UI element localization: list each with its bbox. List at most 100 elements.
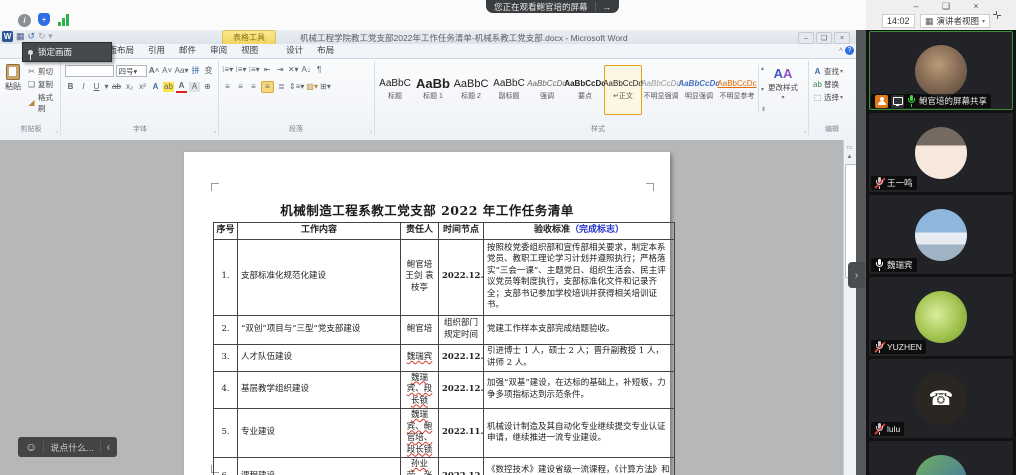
shrink-font-icon[interactable]: A˅ — [162, 66, 173, 76]
redo-icon[interactable]: ↻ ▾ — [38, 31, 53, 42]
save-icon[interactable]: ▦ — [16, 31, 25, 42]
asian-layout-icon[interactable]: ✕▾ — [288, 65, 299, 75]
document-page[interactable]: 机械制造工程系教工党支部 2022 年工作任务清单 序号 工作内容 责任人 时间… — [184, 152, 670, 475]
meeting-close-button[interactable]: × — [968, 1, 984, 11]
pinyin-guide-icon[interactable]: 拼 — [190, 66, 201, 76]
style-heading[interactable]: AaBbC标题 — [376, 65, 414, 115]
document-canvas[interactable]: 机械制造工程系教工党支部 2022 年工作任务清单 序号 工作内容 责任人 时间… — [0, 140, 843, 475]
collapse-chat-icon[interactable]: ‹ — [107, 442, 110, 453]
signal-bars-icon[interactable] — [58, 14, 69, 26]
bullets-icon[interactable]: ⁝≡▾ — [222, 65, 233, 75]
character-shading-icon[interactable]: A — [189, 82, 200, 92]
style-subtitle[interactable]: AaBbC副标题 — [490, 65, 528, 115]
decrease-indent-icon[interactable]: ⇤ — [262, 65, 273, 75]
participant-tile[interactable] — [869, 441, 1013, 475]
meeting-minimize-button[interactable]: – — [908, 1, 924, 11]
participant-tile[interactable]: 魏瑞宾 — [869, 195, 1013, 274]
style-intense-emphasis[interactable]: AaBbCcDc明显强调 — [680, 65, 718, 115]
word-logo-icon[interactable]: W — [2, 31, 13, 42]
undo-icon[interactable]: ↺ — [28, 31, 36, 42]
emoji-icon[interactable]: ☺ — [25, 440, 37, 454]
superscript-icon[interactable]: x² — [137, 82, 148, 92]
word-minimize-button[interactable]: – — [798, 32, 814, 44]
strikethrough-icon[interactable]: ab — [111, 82, 122, 92]
font-color-icon[interactable]: A — [176, 81, 187, 93]
distribute-icon[interactable]: ≣ — [276, 82, 287, 92]
borders-icon[interactable]: ⊞▾ — [320, 82, 331, 92]
clipboard-dialog-launcher[interactable]: ⌟ — [55, 127, 58, 134]
show-marks-icon[interactable]: ¶ — [314, 65, 325, 75]
multilevel-list-icon[interactable]: ⁝≡▾ — [248, 65, 259, 75]
participant-tile[interactable]: 王一鸣 — [869, 113, 1013, 192]
view-mode-button[interactable]: ▦ 演讲者视图 ▾ — [920, 14, 990, 28]
chat-bar[interactable]: ☺ 说点什么... ‹ — [18, 437, 117, 457]
increase-indent-icon[interactable]: ⇥ — [275, 65, 286, 75]
tab-review[interactable]: 审阅 — [203, 42, 234, 58]
bold-icon[interactable]: B — [65, 82, 76, 92]
numbering-icon[interactable]: ⁝≡▾ — [235, 65, 246, 75]
ruler-toggle-icon[interactable]: ▭ — [844, 142, 855, 152]
font-dialog-launcher[interactable]: ⌟ — [213, 127, 216, 134]
style-subtle-emphasis[interactable]: AaBbCcDd不明显强调 — [642, 65, 680, 115]
style-normal-selected[interactable]: AaBbCcDd↵正文 — [604, 65, 642, 115]
shield-icon[interactable]: + — [38, 13, 50, 26]
subscript-icon[interactable]: x₂ — [124, 82, 135, 92]
paragraph-dialog-launcher[interactable]: ⌟ — [369, 127, 372, 134]
align-center-icon[interactable]: ≡ — [235, 82, 246, 92]
meeting-restore-button[interactable]: ❏ — [938, 1, 954, 12]
style-heading1[interactable]: AaBb标题 1 — [414, 65, 452, 115]
justify-icon[interactable]: ≡ — [261, 81, 274, 93]
line-spacing-icon[interactable]: ⇕≡▾ — [289, 82, 304, 92]
collapse-arrow-icon[interactable]: → — [603, 2, 612, 12]
replace-button[interactable]: ab替换 — [812, 79, 852, 90]
clipboard-icon — [6, 64, 20, 80]
format-painter-button[interactable]: ◢格式刷 — [26, 92, 56, 114]
character-border-icon[interactable]: 变 — [203, 66, 214, 76]
change-case-icon[interactable]: Aa▾ — [175, 66, 188, 76]
ribbon-collapse-icon[interactable]: ˄ — [839, 47, 843, 54]
style-emphasis[interactable]: AaBbCcDd强调 — [528, 65, 566, 115]
select-button[interactable]: ⬚选择▾ — [812, 92, 852, 103]
tab-table-design[interactable]: 设计 — [279, 42, 310, 58]
align-right-icon[interactable]: ≡ — [248, 82, 259, 92]
participant-tile[interactable]: ☎ lulu — [869, 359, 1013, 438]
enclose-characters-icon[interactable]: ⊕ — [202, 82, 213, 92]
sidebar-collapse-handle[interactable]: › — [848, 262, 865, 288]
word-scrollbar[interactable]: ▭ ▲ ▲ ▼ — [843, 140, 857, 475]
shading-icon[interactable]: ▨▾ — [306, 82, 318, 92]
style-heading2[interactable]: AaBbC标题 2 — [452, 65, 490, 115]
italic-icon[interactable]: I — [78, 82, 89, 92]
cut-button[interactable]: ✂剪切 — [26, 66, 56, 77]
word-close-button[interactable]: × — [834, 32, 850, 44]
sort-icon[interactable]: A↓ — [301, 65, 312, 75]
tab-references[interactable]: 引用 — [141, 42, 172, 58]
paragraph-group: ⁝≡▾ ⁝≡▾ ⁝≡▾ ⇤ ⇥ ✕▾ A↓ ¶ ≡ ≡ ≡ ≡ ≣ ⇕≡▾ ▨▾ — [218, 61, 375, 135]
help-icon[interactable]: ? — [845, 46, 854, 55]
tab-mailings[interactable]: 邮件 — [172, 42, 203, 58]
participant-tile-presenter[interactable]: 鲍官培的屏幕共享 — [869, 31, 1013, 110]
word-restore-button[interactable]: ❏ — [816, 32, 832, 44]
divider — [100, 441, 101, 453]
chat-input-placeholder[interactable]: 说点什么... — [50, 441, 94, 454]
watching-screen-banner[interactable]: 您正在观看鲍官培的屏幕 → — [486, 0, 619, 13]
highlight-icon[interactable]: ab — [163, 82, 174, 92]
paste-button[interactable]: 粘贴 — [3, 64, 23, 92]
participant-tile[interactable]: YUZHEN — [869, 277, 1013, 356]
styles-dialog-launcher[interactable]: ⌟ — [803, 127, 806, 134]
style-keypoint[interactable]: AaBbCcDc要点 — [566, 65, 604, 115]
font-size-combo[interactable]: 四号 ▾ — [116, 65, 147, 77]
lock-screen-tooltip[interactable]: 锁定画面 — [22, 42, 112, 62]
grow-font-icon[interactable]: A˄ — [149, 66, 160, 76]
scroll-up-icon[interactable]: ▲ — [844, 152, 855, 162]
tab-table-layout[interactable]: 布局 — [310, 42, 341, 58]
text-effects-icon[interactable]: A — [150, 82, 161, 92]
copy-button[interactable]: ❏复制 — [26, 79, 56, 90]
tab-view[interactable]: 视图 — [234, 42, 265, 58]
find-button[interactable]: A查找▾ — [812, 66, 852, 77]
change-styles-button[interactable]: AA 更改样式▾ — [762, 66, 804, 101]
style-subtle-reference[interactable]: AaBbCcDc不明显参考 — [718, 65, 756, 115]
info-icon[interactable]: i — [18, 14, 31, 27]
underline-icon[interactable]: U — [91, 82, 102, 92]
align-left-icon[interactable]: ≡ — [222, 82, 233, 92]
font-name-combo[interactable] — [65, 65, 114, 77]
